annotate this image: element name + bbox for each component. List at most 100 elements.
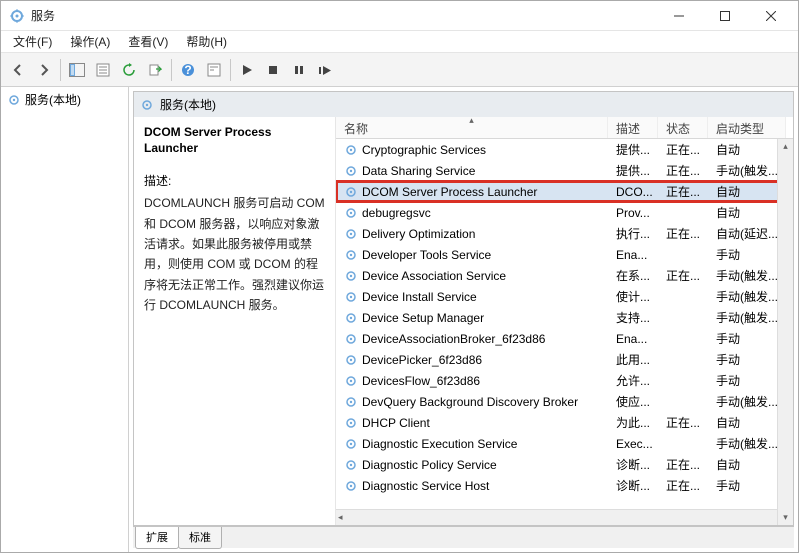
service-name: DevicePicker_6f23d86 <box>362 353 482 367</box>
help-button[interactable]: ? <box>176 58 200 82</box>
service-desc: 允许... <box>608 372 658 389</box>
service-desc: 提供... <box>608 162 658 179</box>
service-desc: 使应... <box>608 393 658 410</box>
service-row[interactable]: DCOM Server Process LauncherDCO...正在...自… <box>336 181 793 202</box>
service-row[interactable]: Cryptographic Services提供...正在...自动 <box>336 139 793 160</box>
pause-service-button[interactable] <box>287 58 311 82</box>
gear-icon <box>7 93 21 107</box>
service-row[interactable]: Device Setup Manager支持...手动(触发... <box>336 307 793 328</box>
service-row[interactable]: Device Install Service使计...手动(触发... <box>336 286 793 307</box>
horizontal-scrollbar[interactable]: ◂ ▸ <box>336 509 793 525</box>
service-row[interactable]: DeviceAssociationBroker_6f23d86 Ena... 手动 <box>336 328 793 349</box>
service-row[interactable]: Data Sharing Service提供...正在...手动(触发... <box>336 160 793 181</box>
column-header-status[interactable]: 状态 <box>658 117 708 138</box>
service-name: DHCP Client <box>362 416 430 430</box>
service-startup: 自动 <box>708 456 786 473</box>
service-name: Developer Tools Service <box>362 248 491 262</box>
description-text: DCOMLAUNCH 服务可启动 COM 和 DCOM 服务器，以响应对象激活请… <box>144 193 325 315</box>
menu-action[interactable]: 操作(A) <box>62 31 118 52</box>
service-row[interactable]: DevicePicker_6f23d86 此用... 手动 <box>336 349 793 370</box>
main-area: 服务(本地) 服务(本地) DCOM Server Process Launch… <box>1 87 798 552</box>
column-header-startup[interactable]: 启动类型 <box>708 117 786 138</box>
export-button[interactable] <box>143 58 167 82</box>
gear-icon <box>344 374 358 388</box>
service-row[interactable]: Device Association Service在系...正在...手动(触… <box>336 265 793 286</box>
service-desc: Ena... <box>608 248 658 262</box>
menu-help[interactable]: 帮助(H) <box>178 31 235 52</box>
service-row[interactable]: DHCP Client为此...正在...自动 <box>336 412 793 433</box>
service-startup: 手动 <box>708 246 786 263</box>
gear-icon <box>344 332 358 346</box>
service-name: debugregsvc <box>362 206 431 220</box>
content-pane: 服务(本地) DCOM Server Process Launcher 描述: … <box>129 87 798 552</box>
service-row[interactable]: DevicesFlow_6f23d86 允许... 手动 <box>336 370 793 391</box>
service-list: 名称 ▴ 描述 状态 启动类型 Cryptographic Services提供… <box>336 117 793 525</box>
gear-icon <box>344 269 358 283</box>
maximize-button[interactable] <box>702 1 748 31</box>
service-startup: 手动 <box>708 351 786 368</box>
tab-standard[interactable]: 标准 <box>178 527 222 549</box>
service-name: DevicesFlow_6f23d86 <box>362 374 480 388</box>
service-status: 正在... <box>658 183 708 200</box>
gear-icon <box>344 248 358 262</box>
service-row[interactable]: Developer Tools Service Ena... 手动 <box>336 244 793 265</box>
service-startup: 手动(触发... <box>708 435 786 452</box>
minimize-button[interactable] <box>656 1 702 31</box>
stop-service-button[interactable] <box>261 58 285 82</box>
service-name: DCOM Server Process Launcher <box>362 185 537 199</box>
properties-button-2[interactable] <box>202 58 226 82</box>
scroll-down-icon: ▾ <box>783 512 788 523</box>
forward-button[interactable] <box>32 58 56 82</box>
start-service-button[interactable] <box>235 58 259 82</box>
service-desc: 提供... <box>608 141 658 158</box>
service-startup: 手动(触发... <box>708 309 786 326</box>
service-status: 正在... <box>658 225 708 242</box>
menu-view[interactable]: 查看(V) <box>120 31 176 52</box>
list-header: 名称 ▴ 描述 状态 启动类型 <box>336 117 793 139</box>
gear-icon <box>344 416 358 430</box>
service-desc: Ena... <box>608 332 658 346</box>
service-name: Device Setup Manager <box>362 311 484 325</box>
service-row[interactable]: Delivery Optimization执行...正在...自动(延迟... <box>336 223 793 244</box>
service-desc: 执行... <box>608 225 658 242</box>
close-button[interactable] <box>748 1 794 31</box>
refresh-button[interactable] <box>117 58 141 82</box>
service-row[interactable]: DevQuery Background Discovery Broker使应..… <box>336 391 793 412</box>
detail-panel: DCOM Server Process Launcher 描述: DCOMLAU… <box>134 117 336 525</box>
service-desc: Prov... <box>608 206 658 220</box>
back-button[interactable] <box>6 58 30 82</box>
service-startup: 手动 <box>708 372 786 389</box>
description-label: 描述: <box>144 172 325 189</box>
service-row[interactable]: debugregsvcProv...自动 <box>336 202 793 223</box>
service-row[interactable]: Diagnostic Policy Service诊断...正在...自动 <box>336 454 793 475</box>
scroll-left-icon: ◂ <box>338 512 343 523</box>
menu-file[interactable]: 文件(F) <box>5 31 60 52</box>
service-startup: 自动 <box>708 414 786 431</box>
service-status: 正在... <box>658 162 708 179</box>
service-status: 正在... <box>658 477 708 494</box>
service-row[interactable]: Diagnostic Service Host诊断...正在...手动 <box>336 475 793 496</box>
service-name: Device Association Service <box>362 269 506 283</box>
show-hide-tree-button[interactable] <box>65 58 89 82</box>
vertical-scrollbar[interactable]: ▴ ▾ <box>777 139 793 525</box>
service-startup: 手动 <box>708 330 786 347</box>
service-desc: 在系... <box>608 267 658 284</box>
column-header-name[interactable]: 名称 ▴ <box>336 117 608 138</box>
properties-button[interactable] <box>91 58 115 82</box>
service-row[interactable]: Diagnostic Execution ServiceExec...手动(触发… <box>336 433 793 454</box>
column-header-desc[interactable]: 描述 <box>608 117 658 138</box>
service-status: 正在... <box>658 141 708 158</box>
service-startup: 手动(触发... <box>708 288 786 305</box>
menubar: 文件(F) 操作(A) 查看(V) 帮助(H) <box>1 31 798 53</box>
tree-item-services-local[interactable]: 服务(本地) <box>1 87 128 112</box>
service-status: 正在... <box>658 414 708 431</box>
svg-text:?: ? <box>184 63 191 77</box>
service-name: Diagnostic Service Host <box>362 479 489 493</box>
service-startup: 自动 <box>708 141 786 158</box>
restart-service-button[interactable] <box>313 58 337 82</box>
service-desc: 此用... <box>608 351 658 368</box>
service-name: DeviceAssociationBroker_6f23d86 <box>362 332 545 346</box>
gear-icon <box>344 437 358 451</box>
tab-extended[interactable]: 扩展 <box>135 527 179 549</box>
gear-icon <box>344 143 358 157</box>
